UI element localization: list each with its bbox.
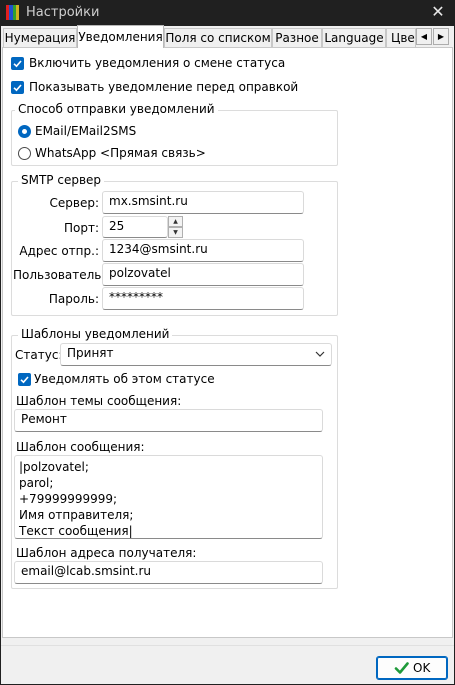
tab-misc[interactable]: Разное: [272, 28, 322, 47]
status-label: Статус:: [15, 348, 63, 362]
ok-label: OK: [413, 661, 431, 675]
arrow-up-icon: ▲: [173, 218, 178, 225]
tab-scroll-left-button[interactable]: ◀: [416, 28, 432, 45]
port-spin-up-button[interactable]: ▲: [168, 216, 183, 227]
arrow-left-icon: ◀: [420, 32, 428, 41]
templates-group-title: Шаблоны уведомлений: [18, 327, 173, 341]
password-label: Пароль:: [48, 292, 99, 306]
arrow-down-icon: ▼: [173, 229, 178, 236]
send-method-group-title: Способ отправки уведомлений: [15, 102, 218, 116]
recipient-template-label: Шаблон адреса получателя:: [16, 546, 197, 560]
status-select[interactable]: Принят: [60, 343, 332, 366]
notify-status-label: Уведомлять об этом статусе: [34, 372, 215, 386]
checkmark-icon: [20, 376, 29, 384]
subject-template-label: Шаблон темы сообщения:: [16, 394, 182, 408]
radio-whatsapp[interactable]: [18, 147, 31, 160]
tab-scroll-right-button[interactable]: ▶: [433, 28, 449, 45]
footer-divider: [1, 645, 454, 646]
subject-template-input[interactable]: Ремонт: [14, 409, 323, 432]
user-input[interactable]: polzovatel: [102, 263, 304, 286]
close-button[interactable]: ✕: [425, 2, 451, 24]
app-icon: [6, 5, 19, 20]
checkmark-icon: [13, 84, 22, 92]
show-before-send-checkbox[interactable]: [11, 81, 24, 94]
check-icon: [394, 662, 409, 674]
close-icon: ✕: [431, 2, 445, 21]
arrow-right-icon: ▶: [437, 32, 445, 41]
notify-status-checkbox[interactable]: [18, 373, 31, 386]
chevron-down-icon: [315, 351, 325, 357]
ok-button[interactable]: OK: [376, 656, 448, 680]
sender-input[interactable]: 1234@smsint.ru: [102, 239, 304, 262]
recipient-template-input[interactable]: email@lcab.smsint.ru: [14, 561, 323, 584]
password-input[interactable]: *********: [102, 287, 304, 310]
smtp-group-title: SMTP сервер: [18, 173, 105, 187]
port-label: Порт:: [63, 221, 99, 235]
enable-notifications-checkbox[interactable]: [11, 57, 24, 70]
tab-page-notifications: Включить уведомления о смене статуса Пок…: [2, 47, 453, 638]
tab-color[interactable]: Цвет: [386, 28, 416, 47]
radio-email-label: EMail/EMail2SMS: [35, 124, 137, 138]
body-template-textarea[interactable]: |polzovatel; parol; +79999999999; Имя от…: [14, 455, 323, 539]
radio-whatsapp-label: WhatsApp <Прямая связь>: [35, 146, 206, 160]
enable-notifications-label: Включить уведомления о смене статуса: [29, 56, 286, 70]
tab-notifications[interactable]: Уведомления: [77, 25, 164, 48]
radio-email[interactable]: [18, 125, 31, 138]
tab-list-fields[interactable]: Поля со списком: [164, 28, 272, 47]
port-input[interactable]: 25: [102, 216, 168, 238]
tab-numbering[interactable]: Нумерация: [3, 28, 77, 47]
server-input[interactable]: mx.smsint.ru: [102, 191, 304, 214]
sender-label: Адрес отпр.:: [19, 244, 99, 258]
server-label: Сервер:: [49, 196, 100, 210]
checkmark-icon: [13, 60, 22, 68]
port-spin-down-button[interactable]: ▼: [168, 227, 183, 238]
show-before-send-label: Показывать уведомление перед оправкой: [29, 80, 299, 94]
window-title: Настройки: [26, 5, 100, 20]
status-select-value: Принят: [67, 346, 114, 360]
body-template-label: Шаблон сообщения:: [16, 440, 145, 454]
tab-language[interactable]: Language: [322, 28, 386, 47]
user-label: Пользователь:: [13, 268, 106, 282]
